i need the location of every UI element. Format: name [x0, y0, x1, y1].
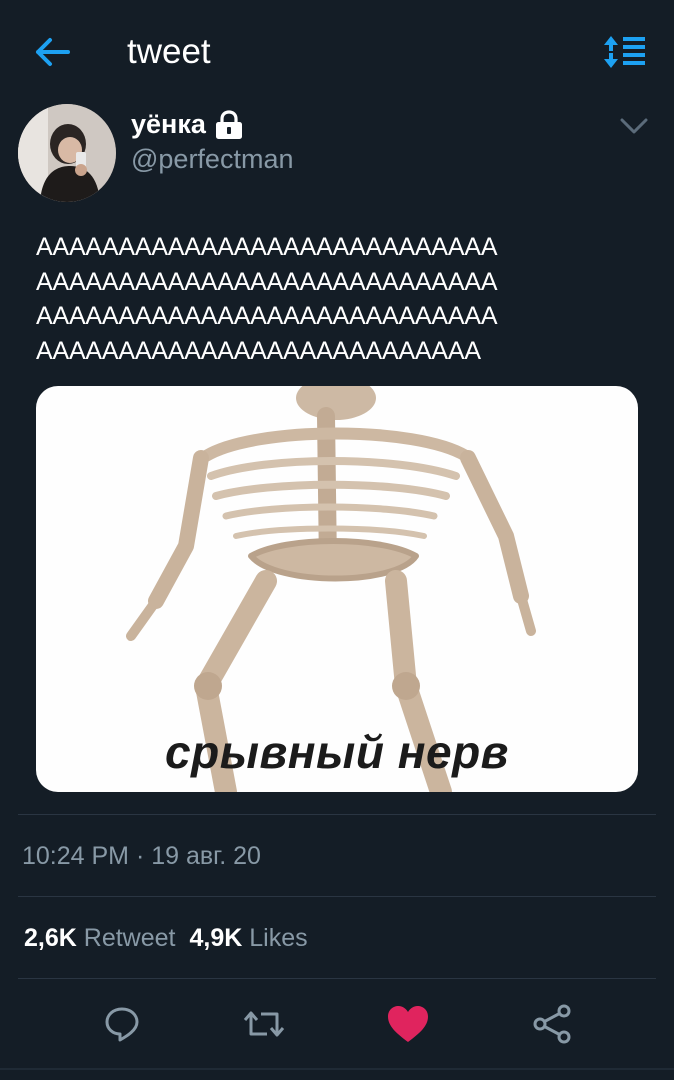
media-caption: срывный нерв [165, 726, 509, 778]
heart-icon [388, 1006, 428, 1042]
likes-count[interactable]: 4,9K [189, 924, 242, 952]
more-options-button[interactable] [614, 108, 654, 144]
divider [18, 896, 656, 897]
avatar-photo [18, 104, 116, 202]
sort-icon [604, 36, 645, 68]
share-button[interactable] [528, 1000, 576, 1048]
like-button[interactable] [384, 1000, 432, 1048]
lock-icon [216, 110, 242, 139]
user-handle[interactable]: @perfectman [131, 143, 293, 175]
chevron-down-icon [620, 118, 648, 134]
top-bar: tweet [0, 0, 674, 100]
bottom-divider [0, 1068, 674, 1070]
retweet-icon [243, 1011, 285, 1037]
reply-button[interactable] [98, 1000, 146, 1048]
sort-button[interactable] [602, 32, 648, 72]
tweet-timestamp: 10:24 PM · 19 авг. 20 [22, 842, 261, 870]
tweet-media[interactable]: срывный нерв [36, 386, 638, 792]
display-name[interactable]: уёнка [131, 108, 206, 140]
share-icon [533, 1004, 571, 1044]
divider [18, 978, 656, 979]
avatar[interactable] [18, 104, 116, 202]
retweet-button[interactable] [240, 1000, 288, 1048]
divider [18, 814, 656, 815]
reply-icon [105, 1007, 139, 1042]
page-title: tweet [127, 32, 211, 71]
likes-label[interactable]: Likes [249, 924, 307, 952]
retweets-count[interactable]: 2,6K [24, 924, 77, 952]
back-button[interactable] [30, 30, 74, 74]
retweets-label[interactable]: Retweet [84, 924, 176, 952]
tweet-stats: 2,6K Retweet 4,9K Likes [24, 922, 308, 954]
arrow-left-icon [36, 38, 70, 66]
tweet-text: AAAAAAAAAAAAAAAAAAAAAAAAAAAA AAAAAAAAAAA… [36, 233, 498, 365]
